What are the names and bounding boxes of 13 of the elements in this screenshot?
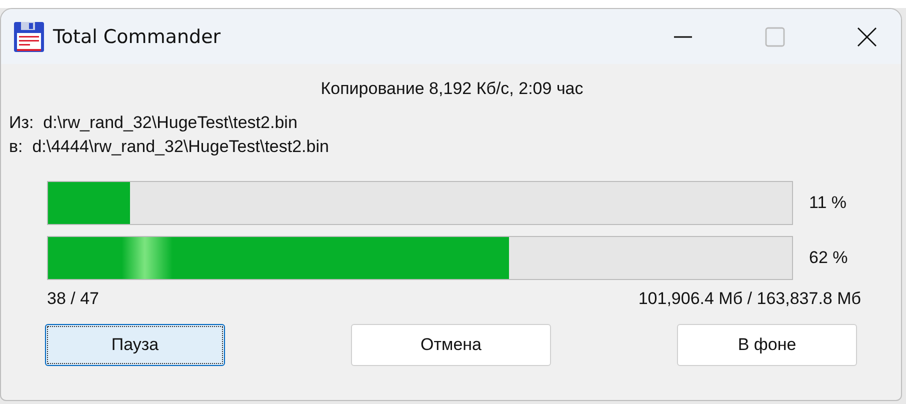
dialog-button[interactable]: Отмена: [351, 324, 551, 366]
percent-label: 62 %: [809, 248, 848, 268]
window-title: Total Commander: [53, 26, 221, 48]
maximize-icon: [765, 26, 785, 46]
size-count: 101,906.4 Мб / 163,837.8 Мб: [638, 289, 861, 309]
percent-label: 11 %: [809, 193, 846, 213]
close-icon[interactable]: [857, 26, 877, 46]
path-text: в: d:\4444\rw_rand_32\HugeTest\test2.bin: [9, 136, 330, 157]
copy-status: Копирование 8,192 Кб/с, 2:09 час: [320, 79, 584, 99]
dialog-button[interactable]: Пауза: [45, 324, 225, 366]
file-count: 38 / 47: [47, 289, 99, 309]
path-text: Из: d:\rw_rand_32\HugeTest\test2.bin: [9, 112, 298, 133]
dialog-button[interactable]: В фоне: [677, 324, 857, 366]
